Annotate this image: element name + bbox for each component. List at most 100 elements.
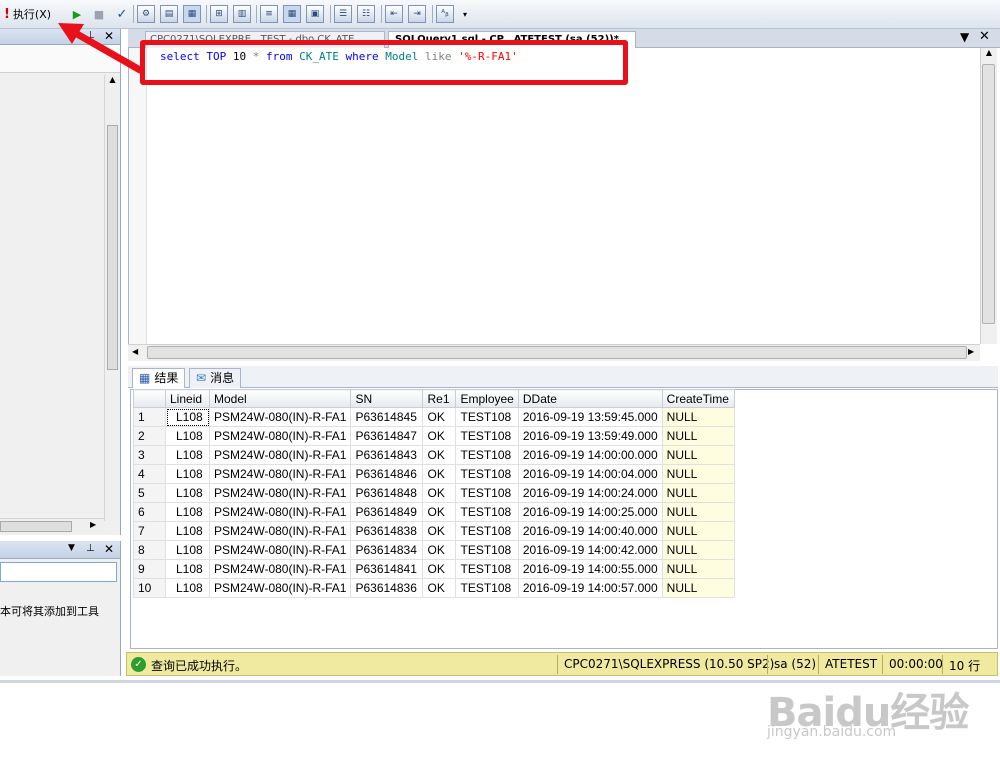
table-cell[interactable]: P63614838 [350,521,424,541]
results-file-button[interactable]: ▣ [306,4,324,24]
results-to-grid-button[interactable]: ▦ [183,4,201,24]
table-row[interactable]: 2 L108 PSM24W-080(IN)-R-FA1 P63614847 OK TEST… [133,426,735,446]
sql-editor[interactable] [128,48,980,344]
tab-results[interactable]: ▦ 结果 [132,368,186,388]
tab-dropdown-icon[interactable]: ▼ [960,30,969,44]
table-cell[interactable]: 2016-09-19 14:00:25.000 [517,502,663,522]
table-cell[interactable]: TEST108 [455,521,519,541]
column-header[interactable] [133,389,166,408]
table-cell[interactable]: NULL [661,502,735,522]
editor-hscroll-thumb[interactable] [147,346,967,359]
table-cell[interactable]: 2016-09-19 14:00:00.000 [517,445,663,465]
table-cell[interactable]: OK [422,559,457,579]
table-cell[interactable]: OK [422,540,457,560]
row-number[interactable]: 1 [133,407,166,427]
scroll-left-icon[interactable]: ◀ [132,347,138,356]
table-cell[interactable]: L108 [165,521,210,541]
table-row[interactable]: 8 L108 PSM24W-080(IN)-R-FA1 P63614834 OK TEST… [133,540,735,560]
table-cell[interactable]: NULL [661,540,735,560]
table-cell[interactable]: 2016-09-19 14:00:04.000 [517,464,663,484]
table-row[interactable]: 3 L108 PSM24W-080(IN)-R-FA1 P63614843 OK TEST… [133,445,735,465]
scroll-up-icon[interactable]: ▲ [981,48,997,57]
row-number[interactable]: 6 [133,502,166,522]
table-cell[interactable]: NULL [661,445,735,465]
table-cell[interactable]: NULL [661,483,735,503]
table-cell[interactable]: NULL [661,426,735,446]
table-cell[interactable]: TEST108 [455,445,519,465]
include-plan-button[interactable]: ⊞ [210,4,228,24]
table-row[interactable]: 4 L108 PSM24W-080(IN)-R-FA1 P63614846 OK TEST… [133,464,735,484]
table-cell[interactable]: OK [422,483,457,503]
table-cell[interactable]: OK [422,426,457,446]
table-cell[interactable]: NULL [661,464,735,484]
table-cell[interactable]: TEST108 [455,483,519,503]
table-cell[interactable]: PSM24W-080(IN)-R-FA1 [208,464,352,484]
table-row[interactable]: 7 L108 PSM24W-080(IN)-R-FA1 P63614838 OK TEST… [133,521,735,541]
table-cell[interactable]: PSM24W-080(IN)-R-FA1 [208,407,352,427]
table-cell[interactable]: PSM24W-080(IN)-R-FA1 [208,483,352,503]
toolbar-overflow-button[interactable]: ▾ [460,4,470,24]
specify-values-button[interactable]: ᴬᵦ [436,4,454,24]
column-header[interactable]: Re1 [422,389,457,408]
table-cell[interactable]: L108 [165,407,210,427]
row-number[interactable]: 4 [133,464,166,484]
table-cell[interactable]: TEST108 [455,559,519,579]
editor-close-icon[interactable]: ✕ [979,29,990,44]
table-cell[interactable]: L108 [165,445,210,465]
table-cell[interactable]: NULL [661,407,735,427]
object-explorer-hscroll[interactable]: ▶ [0,518,104,534]
tab-messages[interactable]: ✉ 消息 [189,368,242,388]
row-number[interactable]: 5 [133,483,166,503]
table-cell[interactable]: P63614843 [350,445,424,465]
row-number[interactable]: 7 [133,521,166,541]
table-cell[interactable]: TEST108 [455,578,519,598]
close-icon[interactable]: ✕ [104,542,114,556]
table-row[interactable]: 10 L108 PSM24W-080(IN)-R-FA1 P63614836 OK TES… [133,578,735,598]
table-cell[interactable]: L108 [165,426,210,446]
object-explorer-vscroll[interactable]: ▲ [104,75,120,521]
table-cell[interactable]: L108 [165,464,210,484]
table-cell[interactable]: PSM24W-080(IN)-R-FA1 [208,445,352,465]
editor-vscroll-thumb[interactable] [982,64,995,324]
table-cell[interactable]: OK [422,445,457,465]
table-cell[interactable]: L108 [165,540,210,560]
results-to-text-button[interactable]: ≡ [260,4,278,24]
table-cell[interactable]: L108 [165,578,210,598]
table-cell[interactable]: 2016-09-19 14:00:42.000 [517,540,663,560]
table-cell[interactable]: PSM24W-080(IN)-R-FA1 [208,426,352,446]
table-cell[interactable]: OK [422,502,457,522]
row-number[interactable]: 9 [133,559,166,579]
scroll-right-icon[interactable]: ▶ [90,520,96,529]
scroll-up-icon[interactable]: ▲ [105,75,120,84]
row-number[interactable]: 10 [133,578,166,598]
row-number[interactable]: 8 [133,540,166,560]
table-cell[interactable]: NULL [661,521,735,541]
table-cell[interactable]: PSM24W-080(IN)-R-FA1 [208,540,352,560]
column-header[interactable]: Lineid [165,389,210,408]
row-number[interactable]: 3 [133,445,166,465]
table-cell[interactable]: P63614847 [350,426,424,446]
dropdown-icon[interactable]: ▼ [68,543,75,553]
increase-indent-button[interactable]: ⇥ [408,4,426,24]
table-cell[interactable]: 2016-09-19 13:59:49.000 [517,426,663,446]
table-cell[interactable]: P63614845 [350,407,424,427]
table-cell[interactable]: P63614848 [350,483,424,503]
table-cell[interactable]: P63614849 [350,502,424,522]
table-cell[interactable]: PSM24W-080(IN)-R-FA1 [208,521,352,541]
pin-icon[interactable]: ⊥ [86,543,95,554]
column-header[interactable]: SN [350,389,424,408]
results-grid-button[interactable]: ▦ [283,4,301,24]
hscroll-thumb[interactable] [0,521,72,532]
table-row[interactable]: 5 L108 PSM24W-080(IN)-R-FA1 P63614848 OK TEST… [133,483,735,503]
table-cell[interactable]: 2016-09-19 14:00:24.000 [517,483,663,503]
table-cell[interactable]: OK [422,407,457,427]
table-cell[interactable]: L108 [165,502,210,522]
table-cell[interactable]: TEST108 [455,540,519,560]
scroll-right-icon[interactable]: ▶ [968,347,974,356]
table-cell[interactable]: TEST108 [455,464,519,484]
table-row[interactable]: 1 L108 PSM24W-080(IN)-R-FA1 P63614845 OK TEST… [133,407,735,427]
column-header[interactable]: DDate [517,389,663,408]
query-options-button[interactable]: ▤ [160,4,178,24]
uncomment-button[interactable]: ☷ [357,4,375,24]
column-header[interactable]: CreateTime [661,389,735,408]
